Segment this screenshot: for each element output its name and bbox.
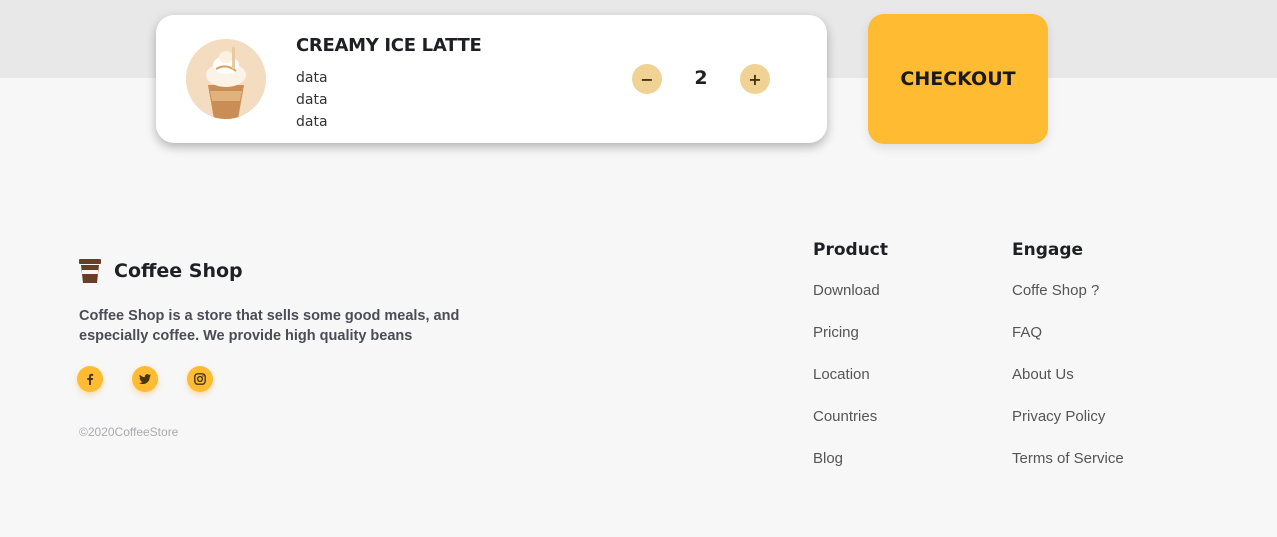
footer-link-coffee-shop[interactable]: Coffe Shop ? <box>1012 282 1124 324</box>
social-links <box>77 366 242 392</box>
product-detail-line: data <box>296 70 328 86</box>
cart-item-card: CREAMY ICE LATTE data data data − 2 + <box>156 15 827 143</box>
footer-brand: Coffee Shop <box>78 258 243 284</box>
increase-quantity-button[interactable]: + <box>740 64 770 94</box>
brand-description: Coffee Shop is a store that sells some g… <box>79 308 460 344</box>
product-details: data data data <box>296 67 328 133</box>
footer-column-engage: Engage Coffe Shop ? FAQ About Us Privacy… <box>1012 240 1124 492</box>
footer-heading-product: Product <box>813 240 888 260</box>
checkout-button[interactable]: CHECKOUT <box>868 14 1048 144</box>
footer-link-faq[interactable]: FAQ <box>1012 324 1124 366</box>
footer-link-about-us[interactable]: About Us <box>1012 366 1124 408</box>
product-detail-line: data <box>296 92 328 108</box>
facebook-icon[interactable] <box>77 366 103 392</box>
twitter-icon[interactable] <box>132 366 158 392</box>
footer-link-privacy-policy[interactable]: Privacy Policy <box>1012 408 1124 450</box>
product-name: CREAMY ICE LATTE <box>296 35 482 56</box>
footer-link-download[interactable]: Download <box>813 282 888 324</box>
coffee-cup-icon <box>78 258 102 284</box>
footer-link-location[interactable]: Location <box>813 366 888 408</box>
footer-heading-engage: Engage <box>1012 240 1084 260</box>
footer-link-blog[interactable]: Blog <box>813 450 888 492</box>
footer-link-terms-of-service[interactable]: Terms of Service <box>1012 450 1124 492</box>
brand-name: Coffee Shop <box>114 260 243 282</box>
copyright-text: ©2020CoffeeStore <box>79 425 179 439</box>
product-detail-line: data <box>296 114 328 130</box>
product-image <box>186 39 266 119</box>
instagram-icon[interactable] <box>187 366 213 392</box>
footer-link-countries[interactable]: Countries <box>813 408 888 450</box>
footer-column-product: Product Download Pricing Location Countr… <box>813 240 888 492</box>
quantity-value: 2 <box>694 67 708 89</box>
decrease-quantity-button[interactable]: − <box>632 64 662 94</box>
footer-link-pricing[interactable]: Pricing <box>813 324 888 366</box>
